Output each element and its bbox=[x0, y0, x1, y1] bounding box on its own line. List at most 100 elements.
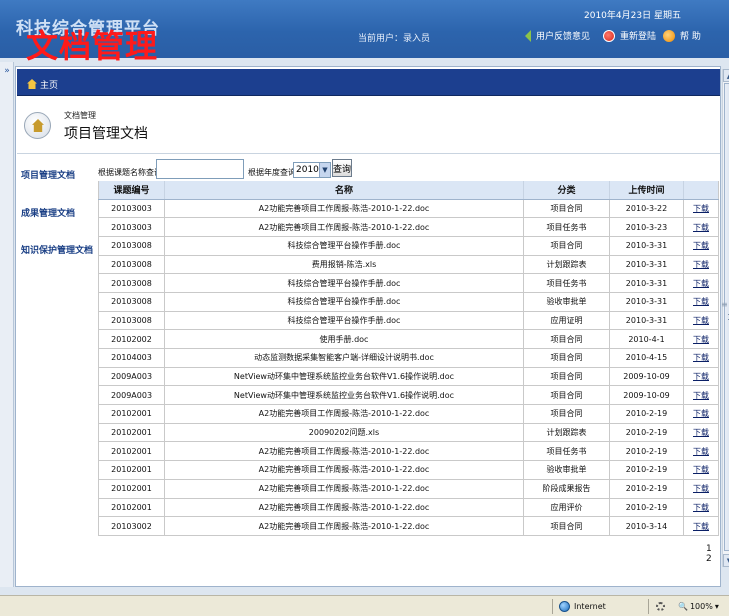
year-search-label: 根据年度查询 bbox=[248, 168, 296, 177]
download-link[interactable]: 下载 bbox=[693, 447, 709, 456]
cell-doc-name: A2功能完善项目工作周报-陈浩-2010-1-22.doc bbox=[164, 460, 524, 480]
relogin-link[interactable]: 重新登陆 bbox=[603, 29, 656, 42]
home-icon[interactable] bbox=[27, 79, 37, 89]
nav-bar: 主页 bbox=[17, 69, 720, 96]
col-header-upload-time[interactable]: 上传时间 bbox=[609, 181, 684, 200]
cell-project-id: 20103002 bbox=[98, 516, 165, 536]
download-link[interactable]: 下载 bbox=[693, 223, 709, 232]
download-link[interactable]: 下载 bbox=[693, 316, 709, 325]
cell-category: 应用评价 bbox=[523, 498, 610, 518]
download-link[interactable]: 下载 bbox=[693, 465, 709, 474]
feedback-link[interactable]: 用户反馈意见 bbox=[519, 29, 590, 42]
vertical-scrollbar[interactable]: ▲ ▼ bbox=[722, 69, 729, 567]
cell-doc-name: A2功能完善项目工作周报-陈浩-2010-1-22.doc bbox=[164, 217, 524, 237]
cell-project-id: 20102001 bbox=[98, 441, 165, 462]
download-link[interactable]: 下载 bbox=[693, 522, 709, 531]
download-link[interactable]: 下载 bbox=[693, 503, 709, 512]
cell-category: 验收审批单 bbox=[523, 292, 610, 312]
table-header-row: 课题编号 名称 分类 上传时间 bbox=[98, 181, 719, 200]
splitter-grip-icon[interactable]: ≡ bbox=[721, 300, 728, 309]
sidebar-item-ip-docs[interactable]: 知识保护管理文档 bbox=[21, 243, 93, 256]
app-header: 科技综合管理平台 文档管理 2010年4月23日 星期五 当前用户：录入员 用户… bbox=[0, 0, 729, 65]
cell-category: 阶段成果报告 bbox=[523, 479, 610, 499]
table-row: 20103008 费用报销-陈浩.xls 计划跟踪表 2010-3-31 下载 bbox=[98, 255, 719, 275]
cell-category: 计划跟踪表 bbox=[523, 423, 610, 443]
download-link[interactable]: 下载 bbox=[693, 297, 709, 306]
page-link-2[interactable]: 2 bbox=[706, 554, 712, 564]
table-row: 20102001 A2功能完善项目工作周报-陈浩-2010-1-22.doc 项目合… bbox=[98, 404, 719, 424]
cell-project-id: 2009A003 bbox=[98, 385, 165, 406]
cell-doc-name: A2功能完善项目工作周报-陈浩-2010-1-22.doc bbox=[164, 441, 524, 462]
cell-action: 下载 bbox=[683, 367, 719, 387]
nav-home-label[interactable]: 主页 bbox=[40, 78, 58, 91]
cell-doc-name: 科技综合管理平台操作手册.doc bbox=[164, 311, 524, 331]
download-link[interactable]: 下载 bbox=[693, 484, 709, 493]
download-link[interactable]: 下载 bbox=[693, 279, 709, 288]
cell-category: 项目合同 bbox=[523, 367, 610, 387]
help-label: 帮 助 bbox=[680, 32, 701, 42]
cell-category: 项目合同 bbox=[523, 329, 610, 349]
download-link[interactable]: 下载 bbox=[693, 335, 709, 344]
download-link[interactable]: 下载 bbox=[693, 353, 709, 362]
cell-project-id: 20102001 bbox=[98, 423, 165, 443]
help-icon bbox=[663, 29, 675, 42]
cell-category: 项目合同 bbox=[523, 348, 610, 368]
cell-project-id: 20104003 bbox=[98, 348, 165, 368]
page-link-1[interactable]: 1 bbox=[706, 544, 712, 554]
col-header-category[interactable]: 分类 bbox=[523, 181, 610, 200]
expand-sidebar-button[interactable]: » bbox=[1, 66, 13, 77]
title-search-label: 根据课题名称查询 bbox=[98, 168, 162, 177]
cell-action: 下载 bbox=[683, 460, 719, 480]
cell-category: 项目任务书 bbox=[523, 273, 610, 293]
cell-doc-name: 20090202问题.xls bbox=[164, 423, 524, 443]
sidebar-item-result-docs[interactable]: 成果管理文档 bbox=[21, 206, 75, 219]
col-header-action bbox=[683, 181, 719, 200]
cell-action: 下载 bbox=[683, 385, 719, 406]
cell-doc-name: 费用报销-陈浩.xls bbox=[164, 255, 524, 275]
browser-statusbar: Internet 🔍 100% ▾ bbox=[0, 595, 729, 616]
download-link[interactable]: 下载 bbox=[693, 372, 709, 381]
year-select[interactable]: 2010 ▼ bbox=[293, 162, 331, 178]
download-link[interactable]: 下载 bbox=[693, 260, 709, 269]
current-user: 当前用户：录入员 bbox=[358, 34, 431, 44]
col-header-id[interactable]: 课题编号 bbox=[98, 181, 165, 200]
sidebar-item-project-docs[interactable]: 项目管理文档 bbox=[21, 168, 75, 181]
help-link[interactable]: 帮 助 bbox=[663, 29, 701, 42]
table-row: 20103008 科技综合管理平台操作手册.doc 验收审批单 2010-3-31 下载 bbox=[98, 292, 719, 312]
cell-action: 下载 bbox=[683, 217, 719, 237]
globe-icon bbox=[559, 601, 570, 612]
cell-project-id: 20103008 bbox=[98, 236, 165, 256]
cell-category: 验收审批单 bbox=[523, 460, 610, 480]
cell-action: 下载 bbox=[683, 404, 719, 424]
table-row: 20102001 A2功能完善项目工作周报-陈浩-2010-1-22.doc 验收审… bbox=[98, 460, 719, 480]
scrollbar-thumb[interactable] bbox=[724, 83, 729, 551]
cell-doc-name: A2功能完善项目工作周报-陈浩-2010-1-22.doc bbox=[164, 479, 524, 499]
cell-doc-name: 使用手册.doc bbox=[164, 329, 524, 349]
cell-category: 项目合同 bbox=[523, 404, 610, 424]
title-search-input[interactable] bbox=[156, 159, 244, 179]
settings-icon[interactable] bbox=[656, 602, 665, 611]
zoom-icon: 🔍 bbox=[678, 602, 688, 611]
cell-upload-time: 2010-2-19 bbox=[609, 404, 684, 424]
query-button[interactable]: 查询 bbox=[332, 159, 352, 177]
col-header-name[interactable]: 名称 bbox=[164, 181, 524, 200]
cell-doc-name: A2功能完善项目工作周报-陈浩-2010-1-22.doc bbox=[164, 498, 524, 518]
download-link[interactable]: 下载 bbox=[693, 204, 709, 213]
cell-upload-time: 2010-3-31 bbox=[609, 255, 684, 275]
security-zone-label: Internet bbox=[574, 602, 606, 611]
cell-project-id: 20103008 bbox=[98, 255, 165, 275]
download-link[interactable]: 下载 bbox=[693, 409, 709, 418]
scroll-down-icon[interactable]: ▼ bbox=[723, 554, 729, 567]
zoom-level: 100% bbox=[689, 602, 713, 611]
table-row: 20103008 科技综合管理平台操作手册.doc 应用证明 2010-3-31 下载 bbox=[98, 311, 719, 331]
current-date: 2010年4月23日 星期五 bbox=[584, 11, 681, 21]
cell-doc-name: A2功能完善项目工作周报-陈浩-2010-1-22.doc bbox=[164, 199, 524, 219]
divider bbox=[17, 153, 720, 154]
zoom-control[interactable]: 🔍 100% ▾ bbox=[678, 602, 719, 611]
table-row: 20102001 A2功能完善项目工作周报-陈浩-2010-1-22.doc 阶段成… bbox=[98, 479, 719, 499]
download-link[interactable]: 下载 bbox=[693, 428, 709, 437]
download-link[interactable]: 下载 bbox=[693, 391, 709, 400]
cell-doc-name: NetView动环集中管理系统监控业务台软件V1.6操作说明.doc bbox=[164, 367, 524, 387]
scroll-up-icon[interactable]: ▲ bbox=[723, 69, 729, 82]
download-link[interactable]: 下载 bbox=[693, 241, 709, 250]
